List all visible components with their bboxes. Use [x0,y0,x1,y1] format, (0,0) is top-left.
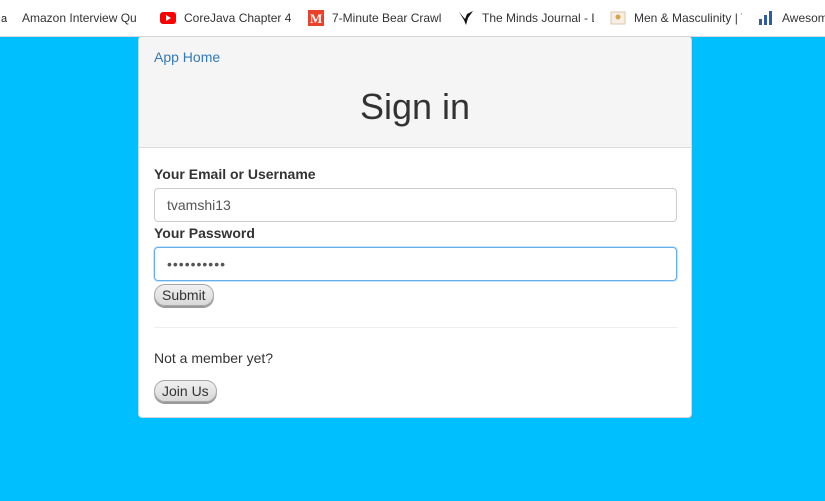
bookmark-corejava[interactable]: CoreJava Chapter 4 - [160,6,298,30]
bookmark-label: Amazon Interview Qu [22,11,137,25]
bookmark-bear-crawl[interactable]: M 7-Minute Bear Crawl [308,6,448,30]
divider [154,327,677,328]
bookmarks-bar: a Amazon Interview Qu CoreJava Chapter 4… [0,0,825,37]
svg-text:M: M [310,11,322,26]
submit-button[interactable]: Submit [154,284,214,306]
amazon-icon: a [0,10,14,26]
bookmark-label: Men & Masculinity | T [634,11,742,25]
bookmark-men-masculinity[interactable]: Men & Masculinity | T [610,6,748,30]
email-label: Your Email or Username [154,166,316,182]
not-member-text: Not a member yet? [154,350,274,366]
password-label: Your Password [154,225,255,241]
card-header: App Home Sign in [139,37,691,148]
sign-in-card: App Home Sign in Your Email or Username … [138,36,692,418]
bookmark-amazon-interview[interactable]: a Amazon Interview Qu [0,6,150,30]
bookmark-minds-journal[interactable]: The Minds Journal - L [458,6,600,30]
email-field[interactable] [154,188,677,222]
page-icon [610,10,626,26]
password-field[interactable] [154,247,677,281]
chart-icon [758,10,774,26]
page-title: Sign in [359,86,471,127]
youtube-icon [160,10,176,26]
bird-icon [458,10,474,26]
svg-text:a: a [1,13,8,25]
bookmark-label: Awesome Ph [782,11,825,25]
bookmark-label: CoreJava Chapter 4 - [184,11,292,25]
bookmark-label: 7-Minute Bear Crawl [332,11,442,25]
m-logo-icon: M [308,10,324,26]
bookmark-label: The Minds Journal - L [482,11,594,25]
app-home-link[interactable]: App Home [154,49,220,65]
join-us-button[interactable]: Join Us [154,380,217,402]
bookmark-awesome[interactable]: Awesome Ph [758,6,825,30]
